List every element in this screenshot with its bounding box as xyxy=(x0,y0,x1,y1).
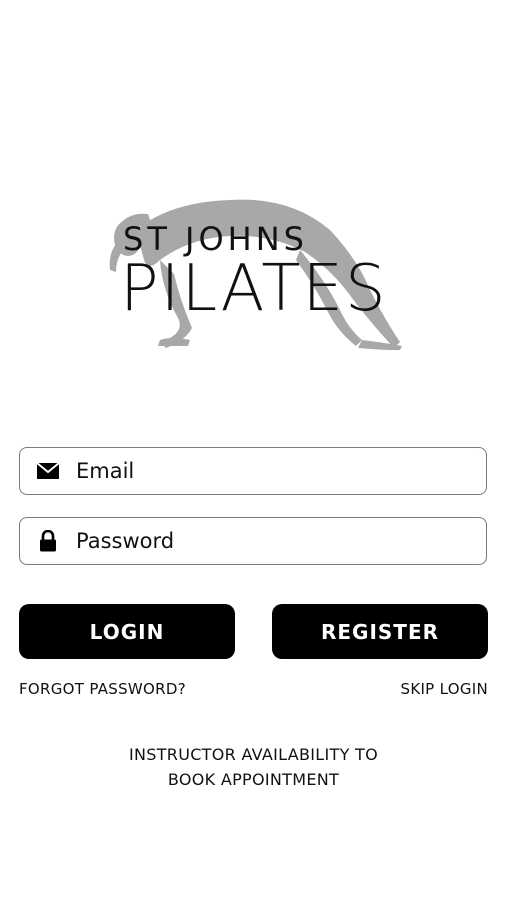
email-field[interactable] xyxy=(19,447,487,495)
register-button[interactable]: REGISTER xyxy=(272,604,488,659)
password-input[interactable] xyxy=(76,529,466,553)
skip-login-link[interactable]: SKIP LOGIN xyxy=(401,680,489,698)
envelope-icon xyxy=(20,462,76,480)
brand-logo: ST JOHNS PILATES xyxy=(100,190,410,355)
password-field[interactable] xyxy=(19,517,487,565)
brand-line2: PILATES xyxy=(120,252,388,326)
instructor-link-line1: INSTRUCTOR AVAILABILITY TO xyxy=(128,745,379,764)
login-button[interactable]: LOGIN xyxy=(19,604,235,659)
forgot-password-link[interactable]: FORGOT PASSWORD? xyxy=(19,680,186,698)
instructor-availability-link[interactable]: INSTRUCTOR AVAILABILITY TO BOOK APPOINTM… xyxy=(0,742,507,792)
email-input[interactable] xyxy=(76,459,466,483)
lock-icon xyxy=(20,530,76,552)
instructor-link-line2: BOOK APPOINTMENT xyxy=(167,770,340,789)
